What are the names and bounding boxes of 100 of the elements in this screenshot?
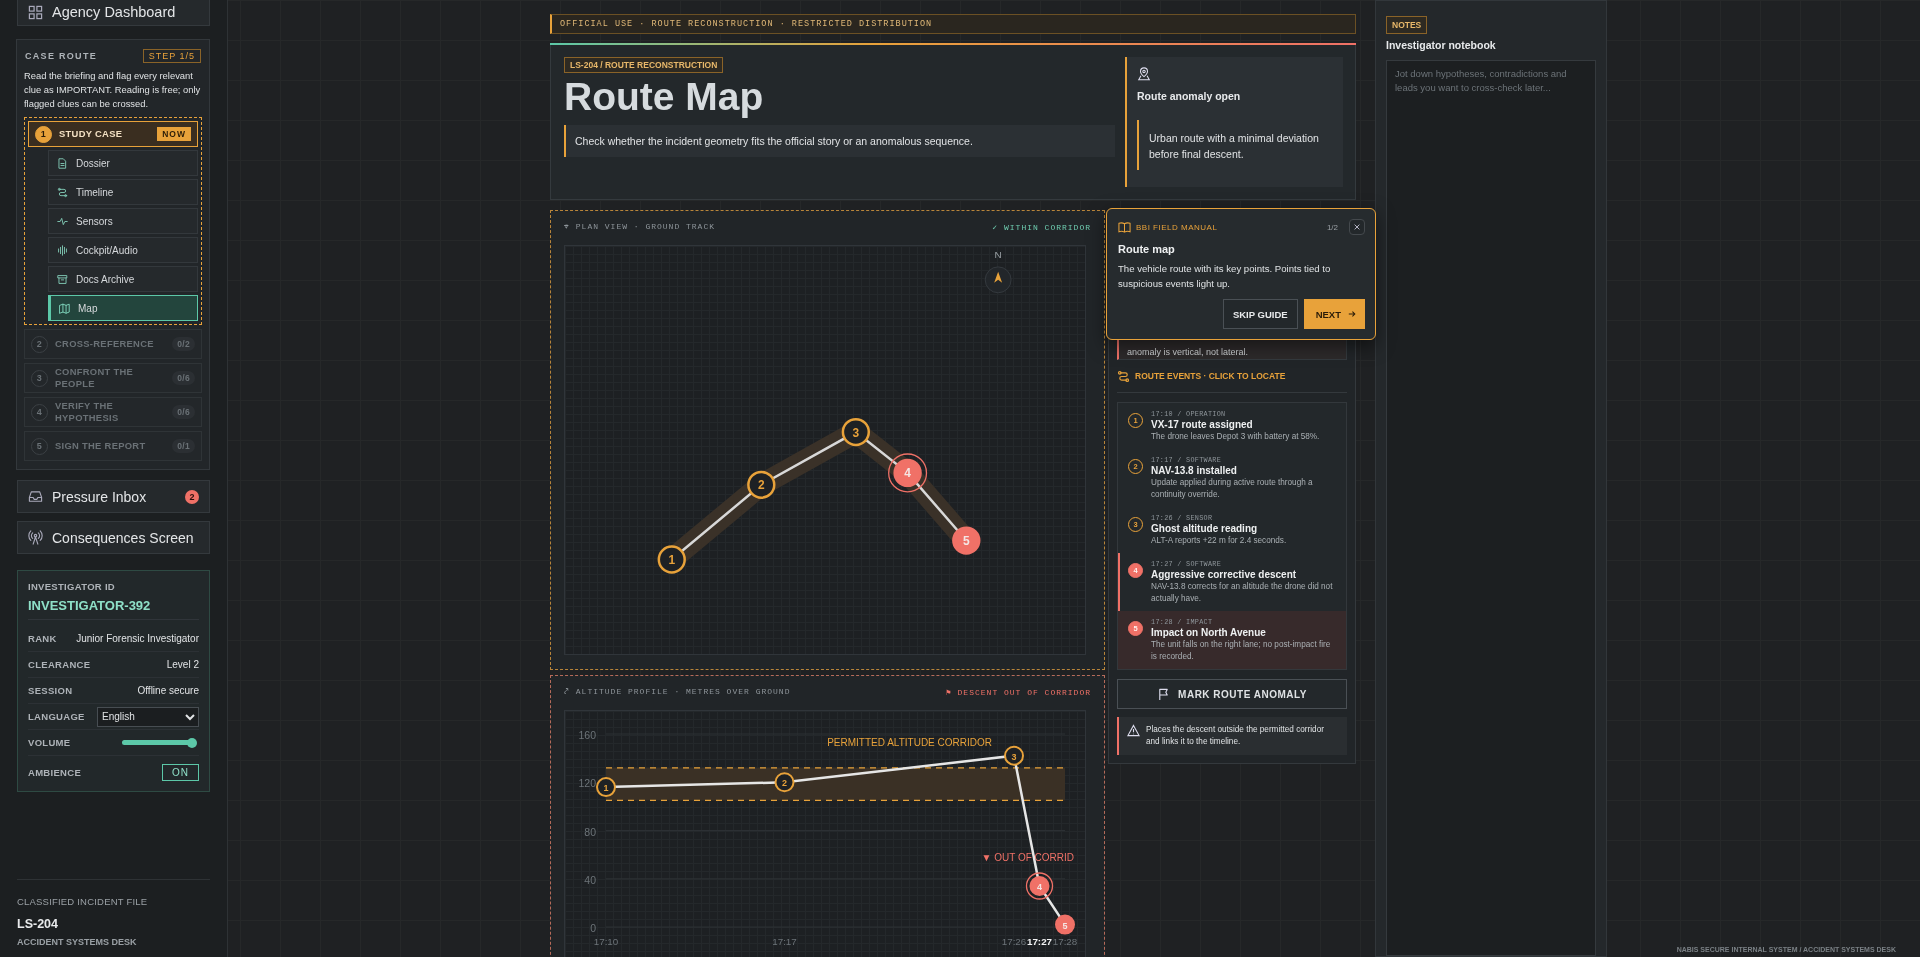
dashboard-link[interactable]: Agency Dashboard	[17, 0, 210, 26]
event-description: NAV-13.8 corrects for an altitude the drone did not actually have.	[1151, 581, 1334, 605]
events-title: ROUTE EVENTS · CLICK TO LOCATE	[1135, 371, 1286, 381]
skip-guide-button[interactable]: SKIP GUIDE	[1222, 299, 1298, 329]
event-title: VX-17 route assigned	[1151, 419, 1254, 430]
case-route-title: CASE ROUTE	[25, 51, 97, 61]
step-badge: STEP 1/5	[142, 49, 201, 63]
sub-item[interactable]: Sensors	[48, 208, 198, 234]
status-note: Urban route with a minimal deviation before final descent.	[1137, 120, 1333, 170]
corridor-status: ⚑ DESCENT OUT OF CORRIDOR	[945, 687, 1091, 697]
step-item[interactable]: 1 STUDY CASE NOW	[28, 121, 198, 147]
y-tick-label: 0	[590, 922, 596, 934]
desk-label: ACCIDENT SYSTEMS DESK	[17, 937, 138, 947]
notes-field[interactable]: Jot down hypotheses, contradictions and leads you want to cross-check later...	[1386, 60, 1596, 956]
field-value: Level 2	[166, 659, 199, 670]
event-title: Ghost altitude reading	[1151, 523, 1259, 534]
investigator-id: INVESTIGATOR-392	[28, 598, 199, 620]
mark-anomaly-button[interactable]: MARK ROUTE ANOMALY	[1117, 679, 1347, 709]
location-pin-icon	[1137, 67, 1151, 81]
field-label: CLEARANCE	[28, 659, 91, 670]
book-icon	[1118, 220, 1131, 234]
status-title: Route anomaly open	[1137, 90, 1242, 102]
close-button[interactable]	[1349, 219, 1365, 235]
event-title: Impact on North Avenue	[1151, 627, 1267, 638]
map-icon	[59, 302, 70, 314]
field-label: INVESTIGATOR ID	[28, 581, 117, 592]
field-label: VOLUME	[28, 737, 71, 748]
sub-item[interactable]: Timeline	[48, 179, 198, 205]
y-tick-label: 40	[584, 873, 596, 886]
altitude-point[interactable]: 2	[774, 772, 795, 793]
event-description: The unit falls on the right lane; no post-impact fire is recorded.	[1151, 639, 1332, 663]
panel-title: ⤤ ALTITUDE PROFILE · METRES OVER GROUND	[564, 687, 791, 697]
instructions-text: Read the briefing and flag every relevant clue as IMPORTANT. Reading is free; only flagged clues can be crossed.	[24, 69, 202, 111]
sub-item[interactable]: Dossier	[48, 150, 198, 176]
nav-item[interactable]: Pressure Inbox 2	[17, 480, 210, 513]
nav-item[interactable]: Consequences Screen	[17, 521, 210, 554]
route-point[interactable]: 3	[841, 417, 871, 447]
page-counter: 1/2	[1326, 222, 1338, 232]
guide-title: Route map	[1118, 243, 1176, 255]
ambience-toggle[interactable]: ON	[162, 764, 199, 781]
altitude-point[interactable]: 1	[596, 777, 616, 798]
event-description: ALT-A reports +22 m for 2.4 seconds.	[1151, 535, 1287, 547]
notes-tag: NOTES	[1386, 16, 1428, 34]
guide-text: The vehicle route with its key points. Points tied to suspicious events light up.	[1118, 262, 1332, 291]
field-label: RANK	[28, 633, 57, 644]
pulse-icon	[57, 215, 68, 227]
field-label: LANGUAGE	[28, 711, 85, 722]
y-tick-label: 160	[578, 729, 596, 741]
event-title: NAV-13.8 installed	[1151, 465, 1238, 476]
x-tick-label: 17:10	[593, 936, 619, 947]
panel-title: ⌖ PLAN VIEW · GROUND TRACK	[564, 222, 716, 232]
classification-banner: OFFICIAL USE · ROUTE RECONSTRUCTION · RESTRICTED DISTRIBUTION	[550, 14, 1356, 34]
y-tick-label: 120	[578, 777, 596, 790]
route-icon	[1117, 369, 1130, 383]
route-point[interactable]: 1	[657, 545, 686, 574]
corridor-label: PERMITTED ALTITUDE CORRIDOR	[827, 736, 992, 748]
note-text: anomaly is vertical, not lateral.	[1127, 347, 1249, 357]
guide-source: BBI FIELD MANUAL	[1136, 222, 1219, 232]
antenna-icon	[28, 530, 43, 545]
language-select[interactable]: English	[97, 706, 199, 727]
warning-icon	[1127, 724, 1140, 737]
notes-title: Investigator notebook	[1386, 39, 1496, 51]
corridor-status: ✓ WITHIN CORRIDOR	[992, 222, 1091, 232]
lead-text: Check whether the incident geometry fits the official story or an anomalous sequence.	[564, 125, 1115, 157]
y-tick-label: 80	[584, 825, 596, 838]
waveform-icon	[57, 244, 68, 256]
archive-icon	[57, 273, 68, 285]
flag-icon	[1157, 687, 1171, 701]
arrow-right-icon	[1348, 310, 1356, 318]
route-point[interactable]: 2	[747, 470, 776, 499]
event-description: Update applied during active route through a continuity override.	[1151, 477, 1314, 501]
case-number: LS-204	[17, 917, 59, 931]
warning-text: Places the descent outside the permitted corridor and links it to the timeline.	[1146, 724, 1325, 748]
grid-icon	[28, 4, 43, 20]
field-label: AMBIENCE	[28, 767, 82, 778]
x-tick-label: 17:26	[1001, 936, 1027, 947]
field-value: Junior Forensic Investigator	[76, 633, 199, 644]
north-label: N	[994, 248, 1002, 260]
count-badge: 2	[185, 489, 199, 504]
x-tick-label: 17:28	[1052, 936, 1078, 947]
x-tick-label: 17:27	[1026, 936, 1053, 947]
case-tag: LS-204 / ROUTE RECONSTRUCTION	[564, 57, 724, 73]
timeline-icon	[57, 186, 68, 198]
sub-item[interactable]: Docs Archive	[48, 266, 198, 292]
sub-item[interactable]: Cockpit/Audio	[48, 237, 198, 263]
sub-item[interactable]: Map	[48, 295, 198, 321]
next-button[interactable]: NEXT	[1303, 299, 1365, 329]
altitude-point[interactable]: 3	[1004, 745, 1024, 766]
compass-icon	[984, 266, 1012, 294]
file-caption: CLASSIFIED INCIDENT FILE	[17, 896, 149, 907]
event-description: The drone leaves Depot 3 with battery at 58%.	[1151, 431, 1320, 443]
volume-slider[interactable]	[122, 737, 196, 748]
x-tick-label: 17:17	[772, 936, 797, 947]
document-icon	[57, 157, 68, 169]
close-icon	[1353, 223, 1361, 231]
inbox-icon	[28, 489, 43, 504]
event-title: Aggressive corrective descent	[1151, 569, 1298, 580]
out-of-corridor-label: ▼ OUT OF CORRID	[981, 851, 1074, 863]
field-label: SESSION	[28, 685, 73, 696]
page-title: Route Map	[564, 75, 764, 119]
